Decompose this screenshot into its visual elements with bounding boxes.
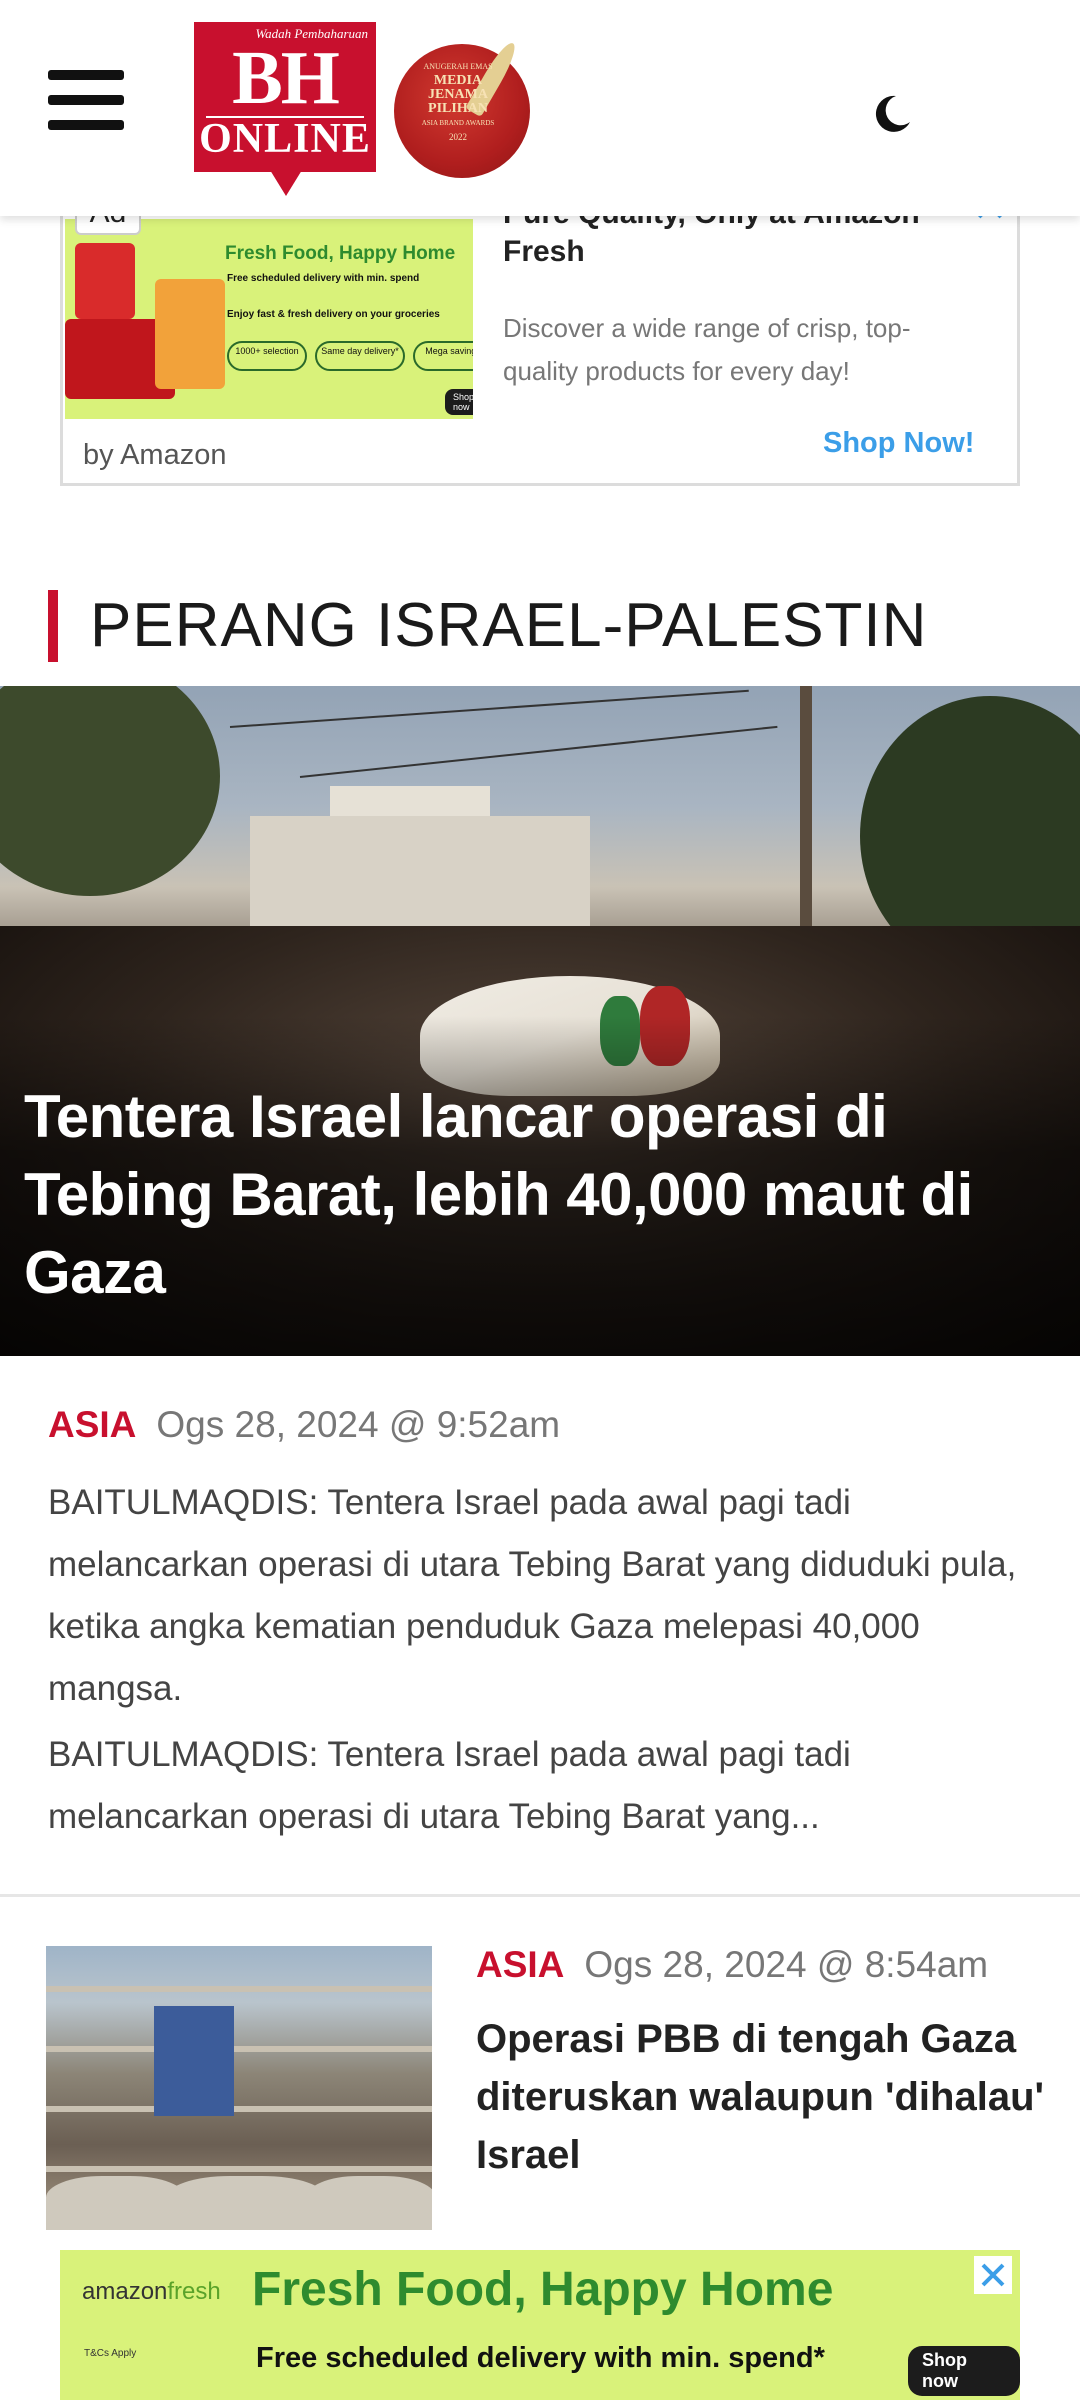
logo-name-bottom: ONLINE [199, 116, 371, 162]
ad-banner-top[interactable]: Fresh Food, Happy Home Free scheduled de… [60, 191, 1020, 486]
ad-image-button[interactable]: Shop now [445, 389, 473, 415]
ad-image-subtitle2: Enjoy fast & fresh delivery on your groc… [227, 309, 440, 320]
ad-brand-logo: amazonfresh [82, 2278, 221, 2305]
bh-online-logo[interactable]: Wadah Pembaharuan BH ONLINE [194, 22, 376, 196]
section-accent-bar [48, 590, 58, 662]
divider [0, 1894, 1080, 1897]
article-date: Ogs 28, 2024 @ 9:52am [156, 1404, 561, 1445]
ad-bottom-subtitle: Free scheduled delivery with min. spend* [256, 2342, 825, 2374]
article-meta: ASIA Ogs 28, 2024 @ 8:54am [476, 1940, 988, 1990]
moon-icon[interactable] [870, 92, 914, 136]
featured-article-title[interactable]: Tentera Israel lancar operasi di Tebing … [24, 1078, 1064, 1312]
featured-article-hero[interactable]: Tentera Israel lancar operasi di Tebing … [0, 686, 1080, 1356]
ad-bottom-title: Fresh Food, Happy Home [252, 2263, 834, 2316]
ad-description: Discover a wide range of crisp, top-qual… [503, 313, 911, 386]
ad-pill: Same day delivery* [315, 341, 405, 371]
ad-shop-now-link[interactable]: Shop Now! [823, 427, 974, 460]
section-title[interactable]: PERANG ISRAEL-PALESTIN [90, 590, 927, 662]
logo-name-top: BH [232, 36, 340, 120]
featured-article-excerpt[interactable]: BAITULMAQDIS: Tentera Israel pada awal p… [48, 1724, 1038, 1848]
close-icon[interactable] [974, 2256, 1012, 2294]
ad-image[interactable]: Fresh Food, Happy Home Free scheduled de… [65, 219, 473, 419]
site-header: Wadah Pembaharuan BH ONLINE ANUGERAH EMA… [0, 0, 1080, 216]
ad-shop-button[interactable]: Shop now [908, 2346, 1020, 2396]
featured-article-summary: BAITULMAQDIS: Tentera Israel pada awal p… [48, 1483, 1017, 1708]
article-date: Ogs 28, 2024 @ 8:54am [584, 1944, 989, 1985]
ad-image-title: Fresh Food, Happy Home [225, 243, 456, 264]
hamburger-menu-icon[interactable] [48, 70, 124, 130]
article-thumbnail[interactable] [46, 1946, 432, 2230]
ad-banner-bottom[interactable]: amazonfresh Fresh Food, Happy Home T&Cs … [60, 2250, 1020, 2400]
article-title[interactable]: Operasi PBB di tengah Gaza diteruskan wa… [476, 2010, 1046, 2184]
category-link[interactable]: ASIA [48, 1404, 136, 1445]
ad-terms: T&Cs Apply [84, 2348, 137, 2359]
ad-image-subtitle: Free scheduled delivery with min. spend [227, 273, 420, 284]
featured-article-meta: ASIA Ogs 28, 2024 @ 9:52am [48, 1400, 560, 1450]
ad-pill: 1000+ selection [227, 341, 307, 371]
award-badge: ANUGERAH EMAS MEDIA JENAMA PILIHAN ASIA … [394, 38, 534, 180]
category-link[interactable]: ASIA [476, 1944, 564, 1985]
ad-advertiser: by Amazon [83, 439, 227, 471]
ad-pill: Mega savings [413, 341, 473, 371]
